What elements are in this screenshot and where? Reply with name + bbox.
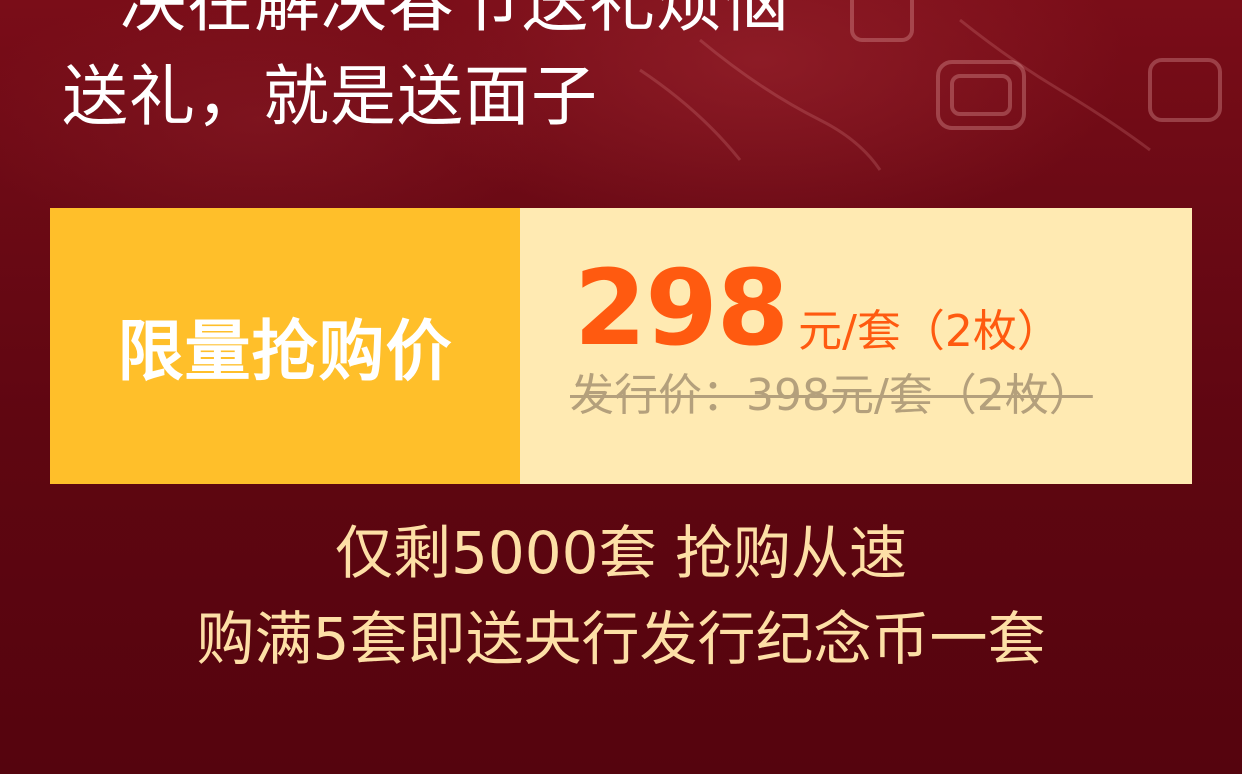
price-label-panel: 限量抢购价 [50,208,520,484]
headline-line-2: 送礼，就是送面子 [62,58,598,135]
original-price: 发行价：398元/套（2枚） [570,370,1093,421]
price-unit: 元/套（2枚） [798,306,1061,357]
current-price: 298 元/套（2枚） [574,256,1061,360]
price-box: 限量抢购价 298 元/套（2枚） 发行价：398元/套（2枚） [50,208,1192,484]
limited-price-label: 限量抢购价 [117,313,453,390]
headline-line-1: 决在解决春节送礼烦恼 [120,0,790,41]
stock-notice: 仅剩5000套 抢购从速 [334,519,908,587]
price-detail-panel: 298 元/套（2枚） 发行价：398元/套（2枚） [520,208,1192,484]
bonus-offer: 购满5套即送央行发行纪念币一套 [196,605,1046,673]
price-number: 298 [574,247,789,369]
